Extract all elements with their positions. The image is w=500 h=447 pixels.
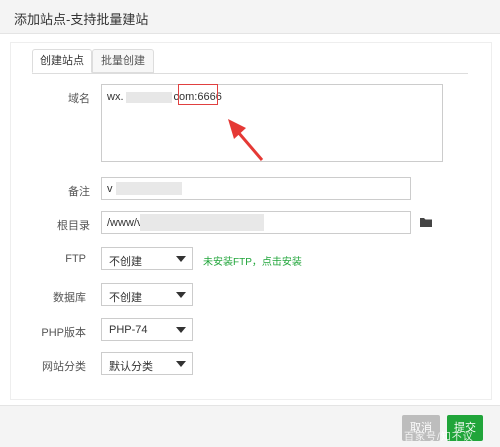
- dialog-titlebar: 添加站点-支持批量建站: [0, 0, 500, 34]
- folder-icon[interactable]: [420, 217, 432, 227]
- redacted-region: [140, 214, 264, 231]
- chevron-down-icon: [176, 327, 186, 333]
- category-select[interactable]: 默认分类: [101, 352, 193, 375]
- redacted-region: [116, 182, 182, 195]
- chevron-down-icon: [176, 361, 186, 367]
- tab-create-site[interactable]: 创建站点: [32, 49, 92, 73]
- domain-textarea[interactable]: wx. com:6666: [101, 84, 443, 162]
- redacted-region: [125, 91, 172, 103]
- ftp-label: FTP: [65, 253, 86, 265]
- php-label: PHP版本: [41, 327, 86, 339]
- port-highlight-box: [178, 84, 218, 105]
- database-label: 数据库: [53, 292, 86, 304]
- category-label: 网站分类: [42, 361, 86, 373]
- chevron-down-icon: [176, 292, 186, 298]
- domain-label: 域名: [68, 93, 90, 105]
- dialog-title: 添加站点-支持批量建站: [14, 12, 149, 27]
- root-label: 根目录: [57, 220, 90, 232]
- watermark-text: 百家号/知不议: [404, 432, 474, 443]
- remark-label: 备注: [68, 186, 90, 198]
- tab-bar: 创建站点 批量创建: [32, 49, 468, 74]
- database-select[interactable]: 不创建: [101, 283, 193, 306]
- install-ftp-link[interactable]: 未安装FTP，点击安装: [203, 253, 302, 268]
- php-version-select[interactable]: PHP-74: [101, 318, 193, 341]
- root-path-input[interactable]: /www/v: [101, 211, 411, 234]
- remark-input[interactable]: v: [101, 177, 411, 200]
- ftp-select[interactable]: 不创建: [101, 247, 193, 270]
- chevron-down-icon: [176, 256, 186, 262]
- tab-batch-create[interactable]: 批量创建: [92, 49, 154, 73]
